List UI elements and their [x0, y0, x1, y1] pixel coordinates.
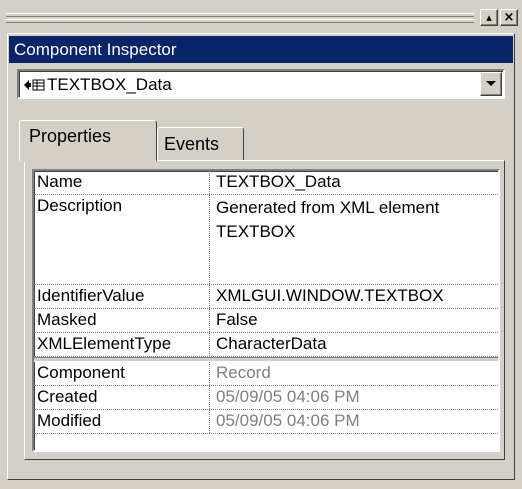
property-grid: Name TEXTBOX_Data Description Generated … [32, 169, 500, 452]
readonly-row[interactable]: Created 05/09/05 04:06 PM [34, 386, 498, 410]
property-value[interactable]: CharacterData [210, 333, 498, 356]
readonly-row[interactable]: Modified 05/09/05 04:06 PM [34, 410, 498, 434]
property-name: Name [34, 171, 210, 194]
property-value[interactable]: False [210, 309, 498, 332]
property-name: Description [34, 195, 210, 284]
component-icon [24, 79, 45, 91]
property-value[interactable]: Generated from XML element TEXTBOX [210, 195, 498, 284]
property-value[interactable]: XMLGUI.WINDOW.TEXTBOX [210, 285, 498, 308]
selector-value: TEXTBOX_Data [23, 73, 172, 97]
tab-events[interactable]: Events [157, 127, 244, 161]
close-button[interactable]: × [500, 9, 518, 26]
property-value-line: Generated from XML element [216, 198, 440, 217]
component-selector[interactable]: TEXTBOX_Data [17, 69, 505, 99]
panel-title: Component Inspector [9, 36, 513, 63]
property-name: IdentifierValue [34, 285, 210, 308]
selector-text: TEXTBOX_Data [47, 75, 172, 94]
property-value: 05/09/05 04:06 PM [216, 411, 360, 430]
property-row[interactable]: Masked False [34, 309, 498, 333]
property-value-line: TEXTBOX [216, 222, 296, 241]
restore-button[interactable]: ▴ [480, 9, 498, 26]
property-name: Component [34, 362, 210, 385]
property-name: Created [34, 386, 210, 409]
restore-icon: ▴ [486, 11, 492, 24]
property-row[interactable]: XMLElementType CharacterData [34, 333, 498, 357]
property-name: XMLElementType [34, 333, 210, 356]
readonly-row[interactable]: Component Record [34, 362, 498, 386]
dropdown-arrow-icon [486, 81, 496, 86]
toolbar-grip[interactable] [6, 13, 474, 23]
property-value[interactable]: TEXTBOX_Data [210, 171, 498, 194]
property-value: Record [216, 363, 271, 382]
property-name: Modified [34, 410, 210, 433]
dropdown-button[interactable] [480, 72, 502, 96]
property-name: Masked [34, 309, 210, 332]
close-icon: × [503, 10, 515, 25]
property-value: 05/09/05 04:06 PM [216, 387, 360, 406]
property-row[interactable]: Description Generated from XML element T… [34, 195, 498, 285]
property-row[interactable]: IdentifierValue XMLGUI.WINDOW.TEXTBOX [34, 285, 498, 309]
tab-properties[interactable]: Properties [19, 120, 157, 162]
property-row[interactable]: Name TEXTBOX_Data [34, 171, 498, 195]
